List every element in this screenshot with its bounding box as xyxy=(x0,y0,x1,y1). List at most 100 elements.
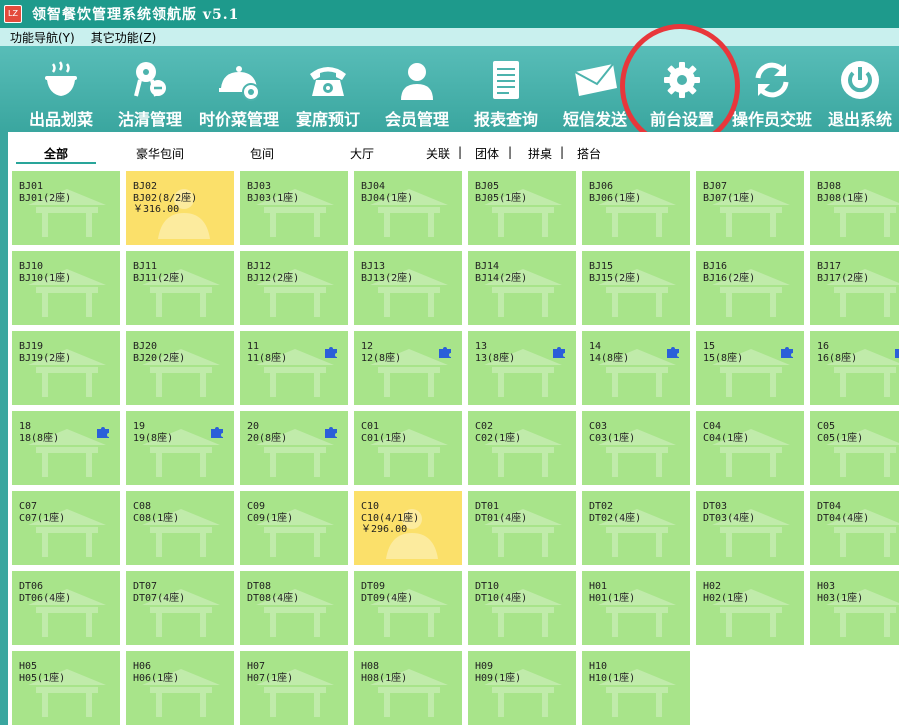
table-card[interactable]: 15 15(8座) xyxy=(696,331,804,405)
table-card[interactable]: 12 12(8座) xyxy=(354,331,462,405)
table-card[interactable]: C09 C09(1座) xyxy=(240,491,348,565)
toolbar-exit-button[interactable]: 退出系统 xyxy=(812,46,899,132)
table-info: H02 H02(1座) xyxy=(703,581,749,604)
table-card[interactable]: H07 H07(1座) xyxy=(240,651,348,725)
table-card[interactable]: C01 C01(1座) xyxy=(354,411,462,485)
toolbar-banquet-booking-button[interactable]: 宴席预订 xyxy=(280,46,376,132)
table-info: C04 C04(1座) xyxy=(703,421,749,444)
envelope-icon xyxy=(574,63,617,96)
toolbar-soldout-button[interactable]: 沽清管理 xyxy=(102,46,198,132)
toolbar-dish-dispatch-button[interactable]: 出品划菜 xyxy=(13,46,109,132)
table-card[interactable]: BJ02 BJ02(8/2座) ￥316.00 xyxy=(126,171,234,245)
table-seats: DT04(4座) xyxy=(817,512,870,524)
table-code: DT06 xyxy=(19,581,44,592)
table-card[interactable]: 18 18(8座) xyxy=(12,411,120,485)
table-seats: BJ08(1座) xyxy=(817,192,870,204)
toolbar-market-price-button[interactable]: 时价菜管理 xyxy=(191,46,287,132)
table-card[interactable]: C07 C07(1座) xyxy=(12,491,120,565)
table-card[interactable]: DT01 DT01(4座) xyxy=(468,491,576,565)
table-code: H06 xyxy=(133,661,152,672)
table-card[interactable]: C08 C08(1座) xyxy=(126,491,234,565)
toolbar-member-button[interactable]: 会员管理 xyxy=(369,46,465,132)
table-card[interactable]: DT07 DT07(4座) xyxy=(126,571,234,645)
table-card[interactable]: BJ13 BJ13(2座) xyxy=(354,251,462,325)
table-card[interactable]: DT09 DT09(4座) xyxy=(354,571,462,645)
table-card[interactable]: C10 C10(4/1座) ￥296.00 xyxy=(354,491,462,565)
table-card[interactable]: DT03 DT03(4座) xyxy=(696,491,804,565)
table-info: BJ11 BJ11(2座) xyxy=(133,261,185,284)
table-seats: BJ13(2座) xyxy=(361,272,414,284)
tab-shared-table[interactable]: 拼桌 xyxy=(528,145,552,162)
table-card[interactable]: BJ08 BJ08(1座) xyxy=(810,171,899,245)
menu-function-nav[interactable]: 功能导航(Y) xyxy=(0,29,81,46)
table-card[interactable]: 11 11(8座) xyxy=(240,331,348,405)
table-card[interactable]: DT02 DT02(4座) xyxy=(582,491,690,565)
toolbar-front-desk-settings-button[interactable]: 前台设置 xyxy=(634,46,730,132)
table-info: BJ19 BJ19(2座) xyxy=(19,341,71,364)
table-card[interactable]: BJ10 BJ10(1座) xyxy=(12,251,120,325)
toolbar-reports-button[interactable]: 报表查询 xyxy=(458,46,554,132)
table-card[interactable]: DT04 DT04(4座) xyxy=(810,491,899,565)
table-card[interactable]: BJ14 BJ14(2座) xyxy=(468,251,576,325)
table-info: BJ12 BJ12(2座) xyxy=(247,261,299,284)
table-info: BJ04 BJ04(1座) xyxy=(361,181,413,204)
price-tag-icon xyxy=(134,62,166,97)
table-card[interactable]: H03 H03(1座) xyxy=(810,571,899,645)
table-card[interactable]: BJ15 BJ15(2座) xyxy=(582,251,690,325)
tab-all[interactable]: 全部 xyxy=(44,145,68,162)
table-code: C03 xyxy=(589,421,608,432)
table-info: BJ02 BJ02(8/2座) ￥316.00 xyxy=(133,181,197,216)
tab-private-room[interactable]: 包间 xyxy=(250,145,274,162)
table-card[interactable]: H06 H06(1座) xyxy=(126,651,234,725)
table-card[interactable]: C03 C03(1座) xyxy=(582,411,690,485)
table-info: 16 16(8座) xyxy=(817,341,857,364)
tab-joined-table[interactable]: 搭台 xyxy=(577,145,601,162)
toolbar-sms-button[interactable]: 短信发送 xyxy=(547,46,643,132)
table-card[interactable]: C05 C05(1座) xyxy=(810,411,899,485)
tab-deluxe-room[interactable]: 豪华包间 xyxy=(136,145,184,162)
table-card[interactable]: BJ05 BJ05(1座) xyxy=(468,171,576,245)
table-card[interactable]: BJ11 BJ11(2座) xyxy=(126,251,234,325)
table-card[interactable]: H01 H01(1座) xyxy=(582,571,690,645)
table-card[interactable]: C02 C02(1座) xyxy=(468,411,576,485)
user-icon xyxy=(401,63,433,100)
table-card[interactable]: DT08 DT08(4座) xyxy=(240,571,348,645)
table-card[interactable]: H08 H08(1座) xyxy=(354,651,462,725)
main-toolbar: 出品划菜 沽清管理 时价菜管理 宴席预订 会员管理 报表查询 短信发送 前台设置… xyxy=(0,46,899,132)
menu-other-functions[interactable]: 其它功能(Z) xyxy=(81,29,163,46)
tab-hall[interactable]: 大厅 xyxy=(350,145,374,162)
table-card[interactable]: BJ04 BJ04(1座) xyxy=(354,171,462,245)
table-card[interactable]: BJ20 BJ20(2座) xyxy=(126,331,234,405)
table-card[interactable]: BJ16 BJ16(2座) xyxy=(696,251,804,325)
table-card[interactable]: 14 14(8座) xyxy=(582,331,690,405)
table-card[interactable]: 16 16(8座) xyxy=(810,331,899,405)
table-card[interactable]: BJ07 BJ07(1座) xyxy=(696,171,804,245)
table-card[interactable]: H05 H05(1座) xyxy=(12,651,120,725)
tab-group[interactable]: 团体 xyxy=(475,145,499,162)
toolbar-shift-handover-button[interactable]: 操作员交班 xyxy=(724,46,820,132)
window-title: 领智餐饮管理系统领航版 v5.1 xyxy=(32,7,240,23)
table-card[interactable]: BJ03 BJ03(1座) xyxy=(240,171,348,245)
table-amount: ￥316.00 xyxy=(133,204,180,215)
table-card[interactable]: H02 H02(1座) xyxy=(696,571,804,645)
table-seats: H06(1座) xyxy=(133,672,180,684)
table-card[interactable]: 20 20(8座) xyxy=(240,411,348,485)
table-card[interactable]: DT10 DT10(4座) xyxy=(468,571,576,645)
table-card[interactable]: BJ19 BJ19(2座) xyxy=(12,331,120,405)
table-seats: BJ14(2座) xyxy=(475,272,528,284)
table-seats: BJ02(8/2座) xyxy=(133,192,198,204)
table-card[interactable]: DT06 DT06(4座) xyxy=(12,571,120,645)
table-card[interactable]: 19 19(8座) xyxy=(126,411,234,485)
table-card[interactable]: H10 H10(1座) xyxy=(582,651,690,725)
table-code: DT08 xyxy=(247,581,272,592)
table-seats: H09(1座) xyxy=(475,672,522,684)
table-card[interactable]: BJ17 BJ17(2座) xyxy=(810,251,899,325)
tab-linked[interactable]: 关联 xyxy=(426,145,450,162)
table-card[interactable]: H09 H09(1座) xyxy=(468,651,576,725)
table-card[interactable]: BJ06 BJ06(1座) xyxy=(582,171,690,245)
table-card[interactable]: C04 C04(1座) xyxy=(696,411,804,485)
table-card[interactable]: BJ12 BJ12(2座) xyxy=(240,251,348,325)
table-card[interactable]: 13 13(8座) xyxy=(468,331,576,405)
table-card[interactable]: BJ01 BJ01(2座) xyxy=(12,171,120,245)
linked-table-icon xyxy=(553,347,565,358)
